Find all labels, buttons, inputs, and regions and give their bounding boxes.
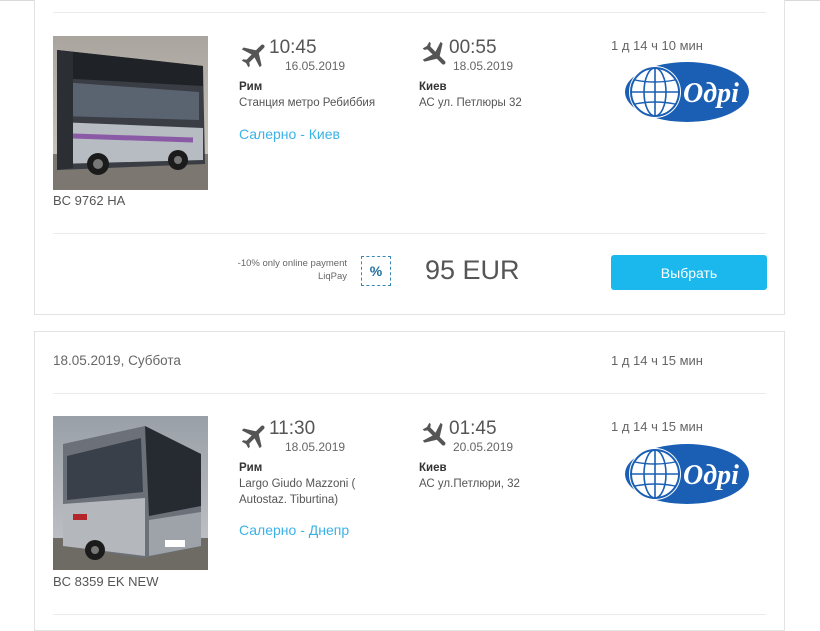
trip-price: 95 EUR xyxy=(425,255,520,285)
arrival-city: Киев xyxy=(419,81,447,93)
departure-plane-icon xyxy=(239,420,271,452)
departure-date: 18.05.2019 xyxy=(285,440,346,454)
departure-city: Рим xyxy=(239,462,263,474)
promo-text: -10% only online payment LiqPay xyxy=(237,258,347,282)
divider xyxy=(53,614,766,615)
departure-city: Рим xyxy=(239,81,263,93)
arrival-time: 00:55 xyxy=(449,37,497,58)
arrival-city: Киев xyxy=(419,462,447,474)
divider xyxy=(53,393,766,394)
trip-duration: 1 д 14 ч 10 мин xyxy=(611,38,703,53)
date-header: 18.05.2019, Суббота xyxy=(53,353,181,368)
departure-time: 10:45 xyxy=(269,37,317,58)
svg-text:Одрі: Одрі xyxy=(683,460,739,491)
arrival-date: 18.05.2019 xyxy=(453,59,514,73)
bus-photo xyxy=(53,36,208,190)
departure-plane-icon xyxy=(239,39,271,71)
departure-stop: Largo Giudo Mazzoni ( Autostaz. Tiburtin… xyxy=(239,478,356,506)
departure-time: 11:30 xyxy=(269,418,316,439)
divider xyxy=(53,233,766,234)
trip-card: BC 9762 HA 10:45 16.05.2019 Рим Станция … xyxy=(34,0,785,315)
select-button[interactable]: Выбрать xyxy=(611,255,767,290)
divider xyxy=(53,12,766,13)
bus-plate: BC 8359 EK NEW xyxy=(53,574,159,589)
departure-stop: Станция метро Ребиббия xyxy=(239,97,376,109)
arrival-stop: АС ул. Петлюры 32 xyxy=(419,97,522,109)
arrival-plane-icon xyxy=(419,420,451,452)
svg-text:Одрі: Одрі xyxy=(683,78,739,109)
arrival-date: 20.05.2019 xyxy=(453,440,514,454)
header-duration: 1 д 14 ч 15 мин xyxy=(611,353,703,368)
carrier-logo: Одрі xyxy=(623,60,751,129)
arrival-time: 01:45 xyxy=(449,418,497,439)
bus-photo xyxy=(53,416,208,570)
trip-duration: 1 д 14 ч 15 мин xyxy=(611,419,703,434)
route-link[interactable]: Салерно - Днепр xyxy=(239,522,349,538)
arrival-stop: АС ул.Петлюри, 32 xyxy=(419,478,520,490)
bus-plate: BC 9762 HA xyxy=(53,193,126,208)
carrier-logo: Одрі xyxy=(623,442,751,511)
arrival-plane-icon xyxy=(419,39,451,71)
trip-card: 18.05.2019, Суббота 1 д 14 ч 15 мин BC 8… xyxy=(34,331,785,631)
discount-badge: % xyxy=(361,256,391,286)
departure-date: 16.05.2019 xyxy=(285,59,346,73)
route-link[interactable]: Салерно - Киев xyxy=(239,126,340,142)
